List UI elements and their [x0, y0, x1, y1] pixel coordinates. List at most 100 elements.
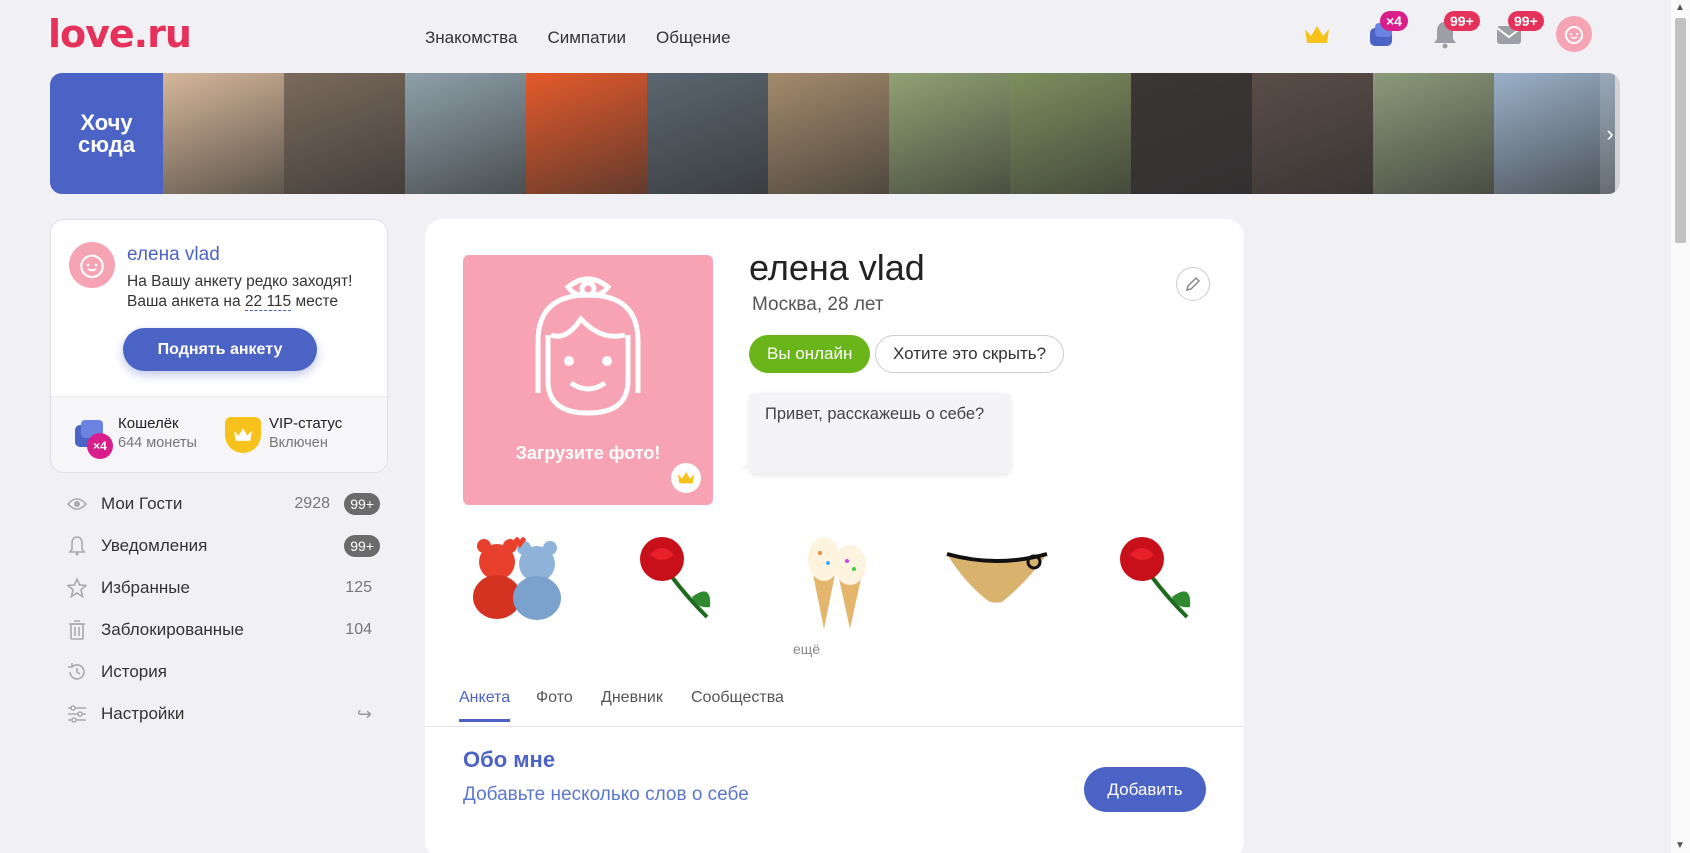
menu-label: Заблокированные [101, 620, 244, 639]
strip-photo-woman-beach[interactable] [405, 73, 526, 194]
bell-icon [66, 535, 88, 557]
vip-status: Включен [269, 435, 328, 451]
menu-item-favorites[interactable]: Избранные 125 [50, 567, 388, 609]
strip-photo-man-outdoor[interactable] [1373, 73, 1494, 194]
vip-badge[interactable] [225, 417, 261, 453]
top-icons: ×4 99+ 99+ [1300, 11, 1592, 52]
menu-label: Настройки [101, 704, 185, 723]
promo-photo-strip: Хочу сюда › [50, 73, 1620, 194]
history-icon [66, 661, 88, 683]
notifications-badge: 99+ [1444, 11, 1480, 31]
wallet-title[interactable]: Кошелёк [118, 415, 179, 432]
nav-chat[interactable]: Общение [656, 28, 731, 48]
crown-icon [1305, 26, 1329, 43]
strip-photo-woman-sunglasses[interactable] [768, 73, 889, 194]
page-scrollbar[interactable]: ▲ ▼ [1671, 0, 1690, 853]
about-hint[interactable]: Добавьте несколько слов о себе [463, 784, 749, 806]
hide-online-button[interactable]: Хотите это скрыть? [875, 335, 1065, 373]
scroll-up-arrow[interactable]: ▲ [1675, 2, 1685, 13]
rank-value[interactable]: 22 115 [244, 293, 292, 311]
profile-card: Загрузите фото! елена vlad Москва, 28 ле… [425, 219, 1244, 853]
rank-line: Ваша анкета на 22 115 месте [127, 292, 352, 312]
menu-item-history[interactable]: История [50, 651, 388, 693]
avatar-face-icon [80, 254, 104, 279]
menu-badge: 99+ [344, 535, 380, 557]
gift-rose-2[interactable] [1097, 519, 1217, 634]
female-avatar-icon [535, 276, 641, 416]
add-about-button[interactable]: Добавить [1084, 767, 1206, 812]
strip-photo-man-suit[interactable] [1252, 73, 1373, 194]
top-nav: Знакомства Симпатии Общение [425, 28, 731, 48]
menu-badge: 99+ [344, 493, 380, 515]
tab-photos[interactable]: Фото [536, 689, 573, 719]
want-here-label: Хочу сюда [78, 109, 135, 157]
menu-label: Мои Гости [101, 494, 183, 513]
coins-badge: ×4 [1380, 11, 1408, 31]
crown-icon [234, 428, 252, 441]
bubble-tail [741, 461, 751, 469]
about-section-title: Обо мне [463, 747, 556, 772]
gifts-more-link[interactable]: ещё [793, 641, 820, 657]
vip-crown-button[interactable] [1300, 17, 1334, 51]
coins-button[interactable]: ×4 [1364, 11, 1408, 51]
online-status-button[interactable]: Вы онлайн [749, 335, 871, 373]
menu-item-blocked[interactable]: Заблокированные 104 [50, 609, 388, 651]
profile-name: елена vlad [749, 247, 925, 288]
user-avatar-button[interactable] [1556, 16, 1592, 52]
menu-item-notifications[interactable]: Уведомления 99+ [50, 525, 388, 567]
crown-icon [671, 463, 701, 493]
nav-likes[interactable]: Симпатии [547, 28, 626, 48]
logo[interactable]: love.ru [48, 12, 192, 56]
vip-title[interactable]: VIP-статус [269, 415, 342, 432]
user-avatar[interactable] [69, 242, 115, 288]
profile-city-age: Москва, 28 лет [752, 294, 884, 315]
strip-photo-man-dark-room[interactable] [1131, 73, 1252, 194]
tab-diary[interactable]: Дневник [601, 689, 663, 719]
upload-photo-placeholder[interactable]: Загрузите фото! [463, 255, 713, 505]
upload-photo-label: Загрузите фото! [515, 443, 661, 463]
menu-item-guests[interactable]: Мои Гости 2928 99+ [50, 483, 388, 525]
menu-count: 104 [345, 621, 372, 638]
want-here-button[interactable]: Хочу сюда [50, 73, 163, 194]
menu-count: 2928 [294, 495, 330, 512]
menu-item-settings[interactable]: Настройки ↪ [50, 693, 388, 735]
rank-suffix: месте [295, 293, 339, 310]
menu-count: 125 [345, 579, 372, 596]
messages-button[interactable]: 99+ [1492, 11, 1544, 51]
pencil-icon [1185, 276, 1201, 292]
menu-label: История [101, 662, 167, 681]
scroll-down-arrow[interactable]: ▼ [1675, 840, 1685, 851]
strip-next-arrow[interactable]: › [1600, 73, 1620, 194]
sliders-icon [66, 703, 88, 725]
menu-label: Избранные [101, 578, 190, 597]
strip-photo-man-gym[interactable] [284, 73, 405, 194]
tab-communities[interactable]: Сообщества [691, 689, 784, 719]
visibility-warning: На Вашу анкету редко заходят! Ваша анкет… [127, 272, 352, 312]
user-name-link[interactable]: елена vlad [127, 244, 220, 266]
edit-profile-button[interactable] [1176, 267, 1210, 301]
warning-line: На Вашу анкету редко заходят! [127, 273, 353, 290]
gift-rose[interactable] [617, 519, 737, 634]
gifts-row [457, 519, 1217, 634]
notifications-button[interactable]: 99+ [1428, 11, 1480, 51]
messages-badge: 99+ [1508, 11, 1544, 31]
user-summary-card: елена vlad На Вашу анкету редко заходят!… [50, 219, 388, 473]
strip-photo-man-grill[interactable] [889, 73, 1010, 194]
scroll-thumb[interactable] [1675, 18, 1686, 243]
logout-icon[interactable]: ↪ [357, 704, 372, 725]
profile-tabs: Анкета Фото Дневник Сообщества [425, 679, 1244, 727]
strip-photo-woman-blonde[interactable] [163, 73, 284, 194]
wallet-balance: 644 монеты [118, 435, 197, 451]
strip-photo-man-car[interactable] [647, 73, 768, 194]
tab-profile[interactable]: Анкета [459, 689, 511, 722]
avatar-face-icon [1565, 26, 1583, 44]
raise-profile-button[interactable]: Поднять анкету [123, 328, 317, 371]
strip-photo-man-selfie[interactable] [1494, 73, 1615, 194]
gift-ice-cream[interactable] [777, 519, 897, 634]
nav-dating[interactable]: Знакомства [425, 28, 517, 48]
strip-photo-woman-garden[interactable] [1010, 73, 1131, 194]
greeting-text: Привет, расскажешь о себе? [765, 405, 985, 423]
strip-photo-man-orange-hat[interactable] [526, 73, 647, 194]
gift-lingerie[interactable] [937, 519, 1057, 634]
gift-teddy-bears[interactable] [457, 519, 577, 634]
